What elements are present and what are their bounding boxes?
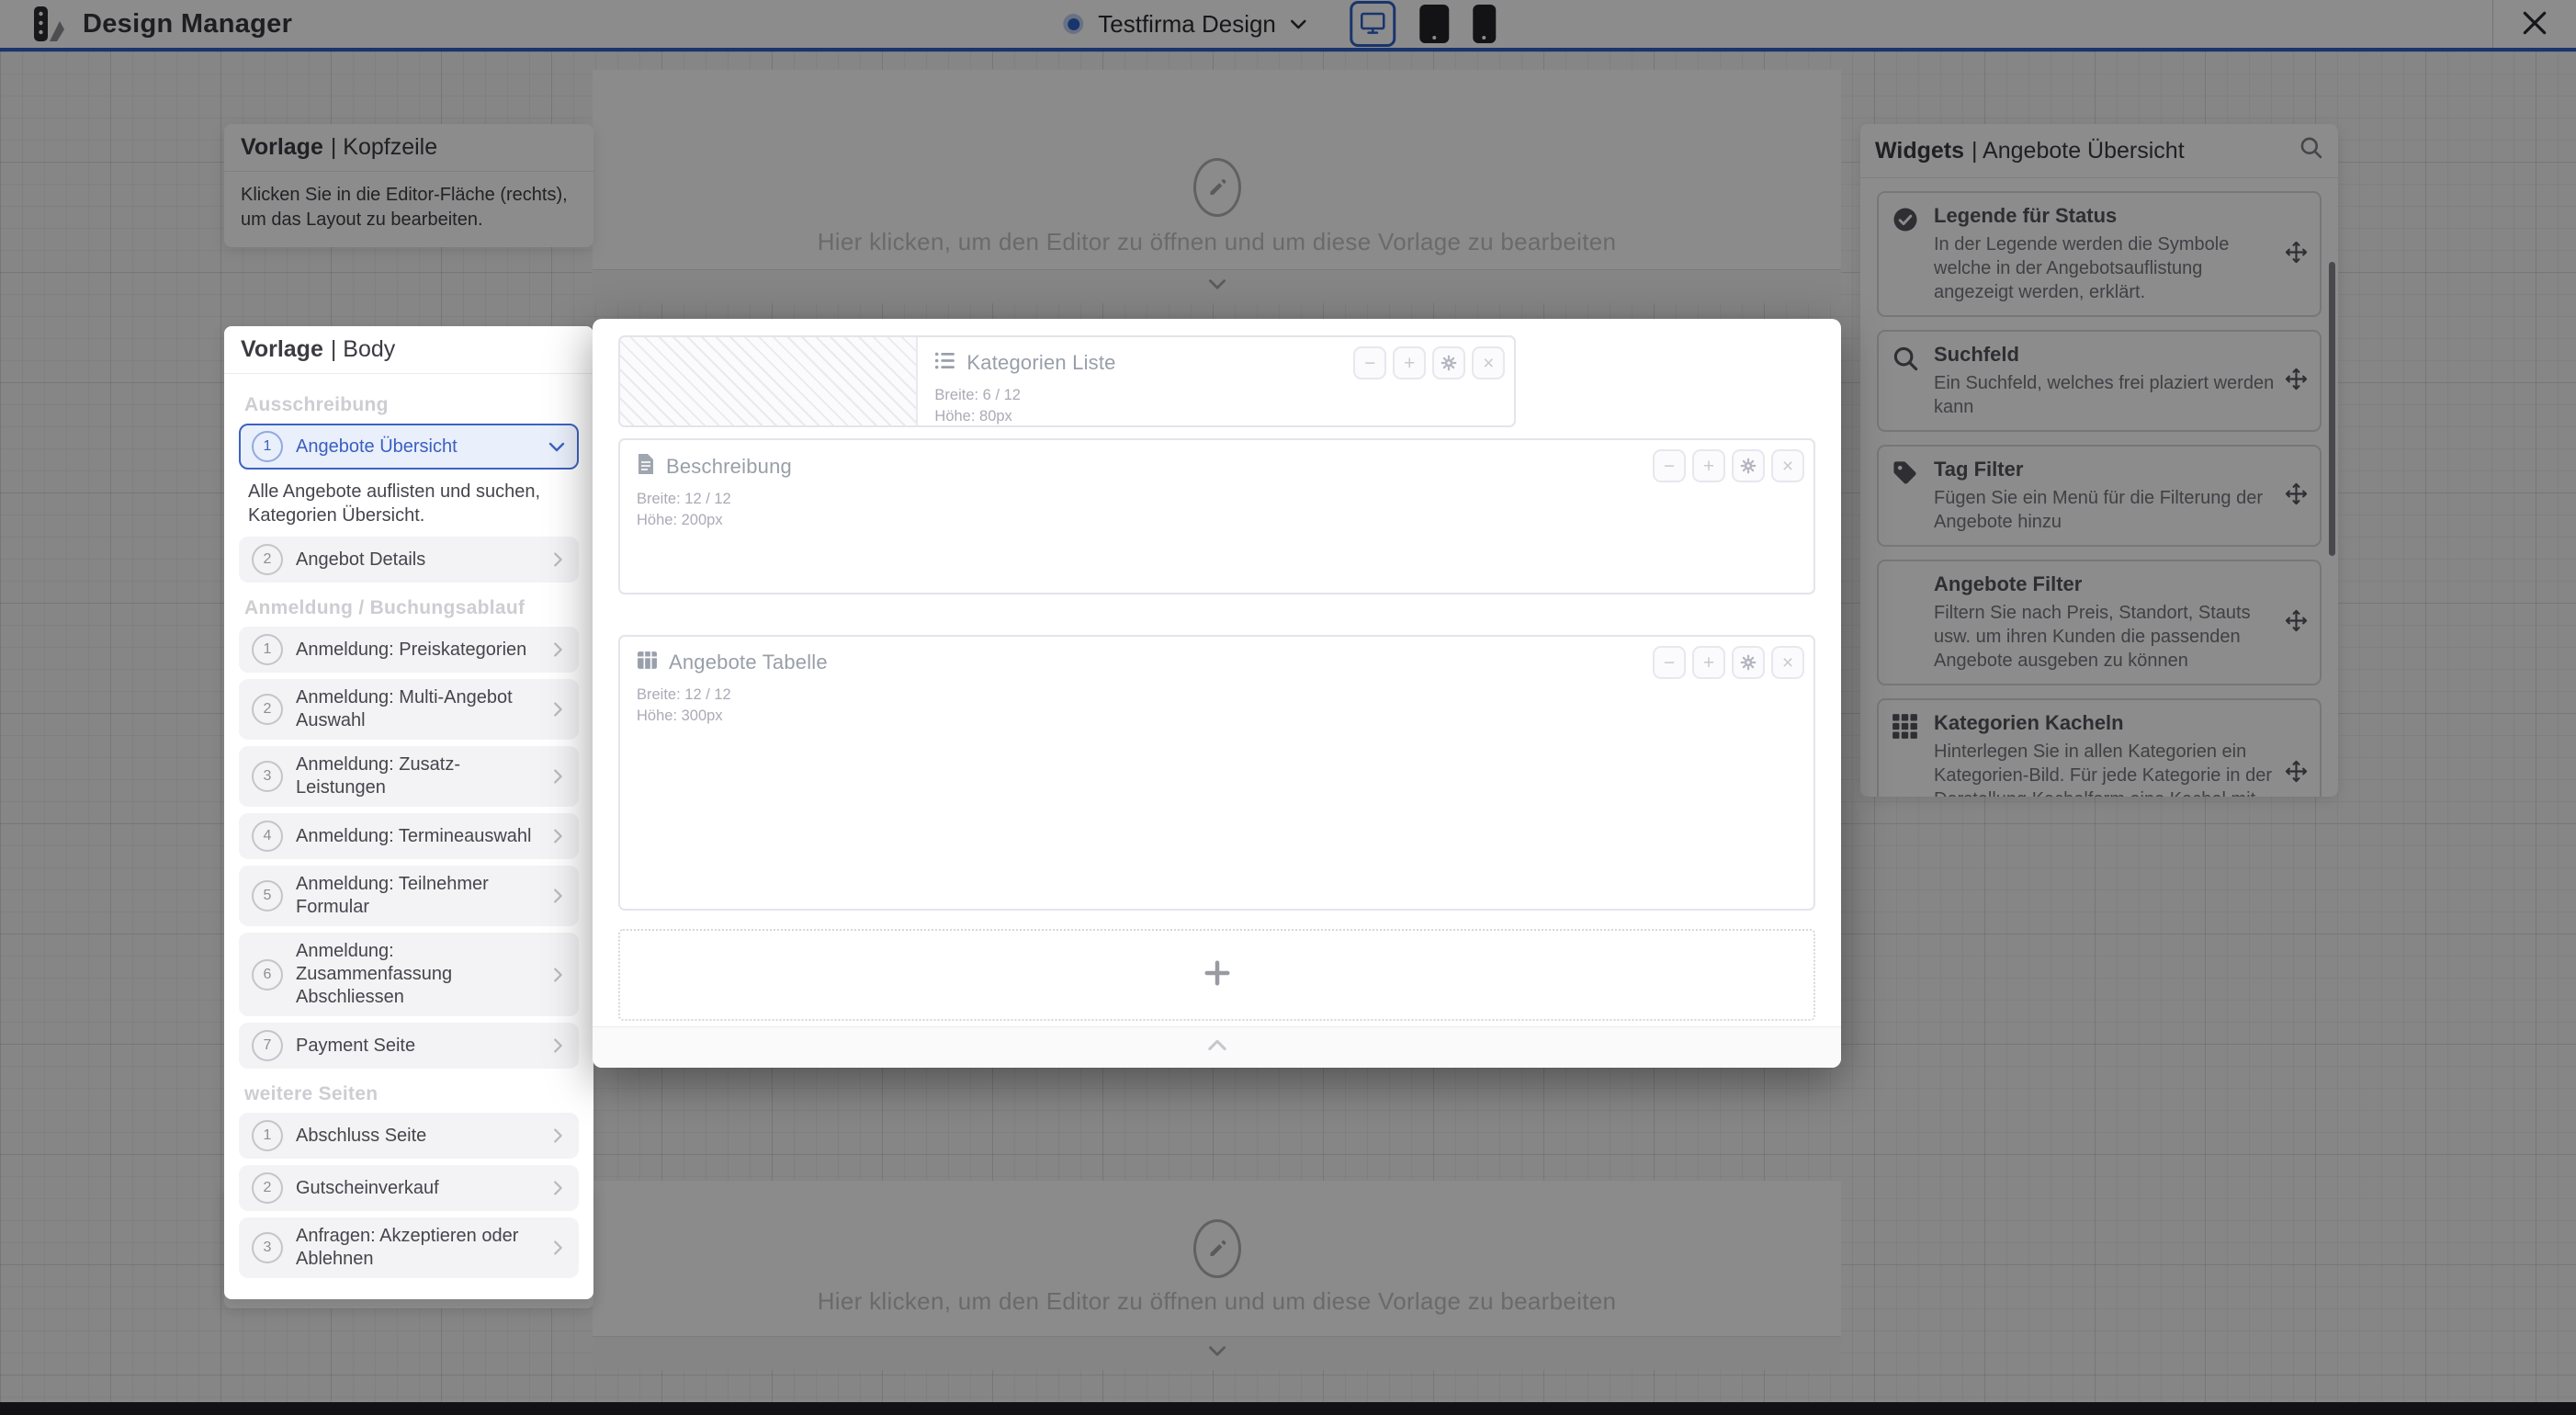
sidebar-item[interactable]: 2 Gutscheinverkauf: [239, 1165, 579, 1211]
chevron-right-icon: [548, 886, 568, 906]
increase-width-button[interactable]: +: [1393, 346, 1426, 379]
chevron-right-icon: [548, 965, 568, 985]
block-height-label: Höhe: 80px: [934, 406, 1497, 427]
item-number: 1: [252, 431, 283, 462]
panel-title-brand: Vorlage: [241, 336, 323, 362]
block-title: Beschreibung: [666, 455, 792, 479]
item-label: Angebote Übersicht: [296, 436, 533, 458]
settings-button[interactable]: [1732, 449, 1765, 482]
block-width-label: Breite: 12 / 12: [637, 685, 1797, 706]
item-number: 4: [252, 821, 283, 852]
block-title: Angebote Tabelle: [669, 651, 828, 674]
item-label: Angebot Details: [296, 549, 535, 572]
sidebar-item[interactable]: 1 Anmeldung: Preiskategorien: [239, 627, 579, 673]
remove-button[interactable]: ×: [1771, 646, 1804, 679]
list-icon: [934, 350, 955, 376]
block-height-label: Höhe: 300px: [637, 706, 1797, 727]
chevron-right-icon: [548, 766, 568, 787]
layout-rows: Kategorien Liste Breite: 6 / 12Höhe: 80px…: [618, 335, 1815, 911]
sidebar-item[interactable]: 3 Anmeldung: Zusatz-Leistungen: [239, 746, 579, 807]
sidebar-item[interactable]: 5 Anmeldung: Teilnehmer Formular: [239, 866, 579, 926]
sidebar-item[interactable]: 3 Anfragen: Akzeptieren oder Ablehnen: [239, 1217, 579, 1278]
item-number: 2: [252, 1172, 283, 1204]
item-description: Alle Angebote auflisten und suchen, Kate…: [239, 476, 579, 537]
item-label: Anmeldung: Teilnehmer Formular: [296, 873, 535, 919]
increase-width-button[interactable]: +: [1692, 646, 1725, 679]
decrease-width-button[interactable]: −: [1353, 346, 1386, 379]
decrease-width-button[interactable]: −: [1653, 646, 1686, 679]
item-label: Abschluss Seite: [296, 1125, 535, 1148]
block-width-label: Breite: 6 / 12: [934, 385, 1497, 406]
table-icon: [637, 650, 658, 675]
sidebar-item[interactable]: 2 Anmeldung: Multi-Angebot Auswahl: [239, 679, 579, 740]
sidebar-item[interactable]: 4 Anmeldung: Termineauswahl: [239, 813, 579, 859]
item-label: Anmeldung: Multi-Angebot Auswahl: [296, 686, 535, 732]
plus-icon: [1203, 959, 1231, 991]
panel-title-rest: | Body: [331, 336, 395, 362]
chevron-right-icon: [548, 699, 568, 719]
item-label: Anmeldung: Termineauswahl: [296, 825, 535, 848]
item-number: 6: [252, 959, 283, 990]
chevron-right-icon: [548, 1126, 568, 1146]
section-label: Anmeldung / Buchungsablauf: [244, 597, 573, 619]
block-controls: −+ ×: [1353, 346, 1505, 379]
item-number: 1: [252, 1120, 283, 1151]
item-number: 3: [252, 1232, 283, 1263]
block-offset-placeholder: [620, 337, 918, 425]
chevron-right-icon: [548, 1238, 568, 1258]
block-width-label: Breite: 12 / 12: [637, 489, 1797, 510]
document-icon: [637, 453, 655, 480]
body-panel: Vorlage | Body Ausschreibung 1 Angebote Übe…: [224, 326, 593, 1299]
item-number: 1: [252, 634, 283, 665]
item-label: Anmeldung: Zusatz-Leistungen: [296, 753, 535, 799]
decrease-width-button[interactable]: −: [1653, 449, 1686, 482]
chevron-right-icon: [548, 826, 568, 846]
chevron-down-icon: [546, 436, 568, 458]
settings-button[interactable]: [1432, 346, 1465, 379]
layout-block-row[interactable]: Kategorien Liste Breite: 6 / 12Höhe: 80px…: [618, 335, 1516, 427]
remove-button[interactable]: ×: [1771, 449, 1804, 482]
item-number: 7: [252, 1030, 283, 1061]
chevron-right-icon: [548, 1036, 568, 1056]
sidebar-item[interactable]: 6 Anmeldung: Zusammenfassung Abschliessen: [239, 933, 579, 1016]
chevron-right-icon: [548, 549, 568, 570]
item-number: 2: [252, 544, 283, 575]
sidebar-item[interactable]: 1 Angebote Übersicht: [239, 424, 579, 470]
block-height-label: Höhe: 200px: [637, 510, 1797, 531]
modal-collapse-strip[interactable]: [593, 1026, 1841, 1068]
sidebar-item[interactable]: 2 Angebot Details: [239, 537, 579, 583]
item-label: Anfragen: Akzeptieren oder Ablehnen: [296, 1225, 535, 1271]
item-label: Gutscheinverkauf: [296, 1177, 535, 1200]
body-panel-sections: Ausschreibung 1 Angebote Übersicht Alle Ang…: [224, 374, 593, 1286]
chevron-right-icon: [548, 640, 568, 660]
sidebar-item[interactable]: 7 Payment Seite: [239, 1023, 579, 1069]
block-controls: −+ ×: [1653, 449, 1804, 482]
section-label: Ausschreibung: [244, 394, 573, 416]
settings-button[interactable]: [1732, 646, 1765, 679]
body-panel-title: Vorlage | Body: [224, 326, 593, 374]
item-number: 5: [252, 880, 283, 911]
item-number: 2: [252, 694, 283, 725]
item-number: 3: [252, 761, 283, 792]
layout-editor-modal: Kategorien Liste Breite: 6 / 12Höhe: 80px…: [593, 319, 1841, 1068]
block-title: Kategorien Liste: [966, 351, 1115, 375]
chevron-right-icon: [548, 1178, 568, 1198]
layout-block-row[interactable]: Angebote Tabelle Breite: 12 / 12Höhe: 300…: [618, 635, 1815, 911]
increase-width-button[interactable]: +: [1692, 449, 1725, 482]
layout-block-row[interactable]: Beschreibung Breite: 12 / 12Höhe: 200px −+…: [618, 438, 1815, 594]
section-label: weitere Seiten: [244, 1083, 573, 1105]
chevron-up-icon: [1204, 1033, 1230, 1063]
sidebar-item[interactable]: 1 Abschluss Seite: [239, 1113, 579, 1159]
item-label: Anmeldung: Preiskategorien: [296, 639, 535, 662]
remove-button[interactable]: ×: [1472, 346, 1505, 379]
item-label: Payment Seite: [296, 1035, 535, 1058]
add-block-row[interactable]: [618, 929, 1815, 1021]
item-label: Anmeldung: Zusammenfassung Abschliessen: [296, 940, 535, 1009]
block-controls: −+ ×: [1653, 646, 1804, 679]
